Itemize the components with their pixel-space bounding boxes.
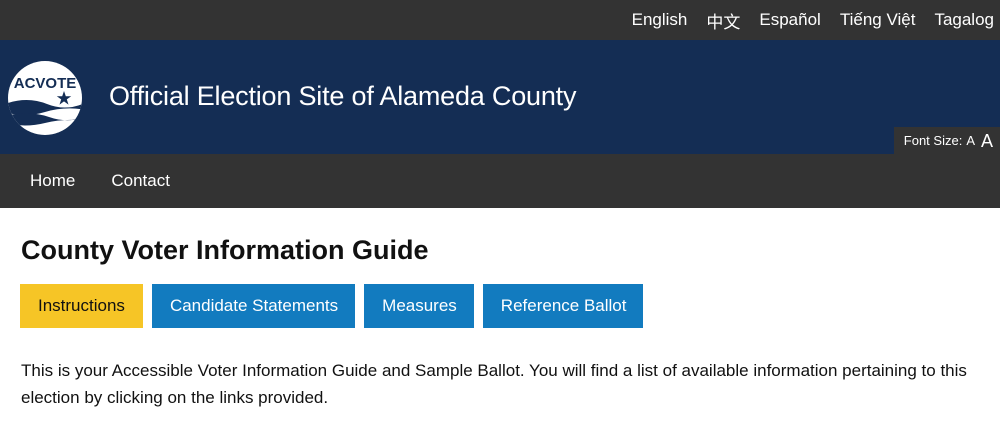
language-link-tagalog[interactable]: Tagalog	[934, 10, 994, 30]
tab-instructions[interactable]: Instructions	[20, 284, 143, 328]
site-title[interactable]: Official Election Site of Alameda County	[109, 81, 576, 112]
logo-text: ACVOTE	[14, 75, 77, 92]
intro-text: This is your Accessible Voter Informatio…	[21, 361, 967, 407]
tab-candidate-statements[interactable]: Candidate Statements	[151, 284, 356, 328]
font-size-control: Font Size: A A	[893, 127, 1000, 154]
nav-home[interactable]: Home	[30, 171, 75, 191]
tab-reference-ballot[interactable]: Reference Ballot	[482, 284, 644, 328]
acvote-logo[interactable]: ACVOTE	[7, 60, 83, 136]
language-link-english[interactable]: English	[632, 10, 688, 30]
guide-tabs: Instructions Candidate Statements Measur…	[20, 284, 652, 328]
language-link-vietnamese[interactable]: Tiếng Việt	[840, 10, 916, 30]
nav-contact[interactable]: Contact	[111, 171, 170, 191]
font-size-large-button[interactable]: A	[981, 132, 993, 150]
font-size-label: Font Size:	[903, 133, 963, 148]
font-size-small-button[interactable]: A	[966, 134, 975, 147]
page-heading: County Voter Information Guide	[21, 235, 429, 265]
site-header: ACVOTE Official Election Site of Alameda…	[0, 40, 1000, 154]
tab-measures[interactable]: Measures	[364, 284, 474, 328]
language-link-spanish[interactable]: Español	[759, 10, 820, 30]
language-bar: English 中文 Español Tiếng Việt Tagalog	[0, 0, 1000, 40]
language-link-chinese[interactable]: 中文	[706, 8, 740, 33]
main-nav: Home Contact	[0, 154, 1000, 208]
